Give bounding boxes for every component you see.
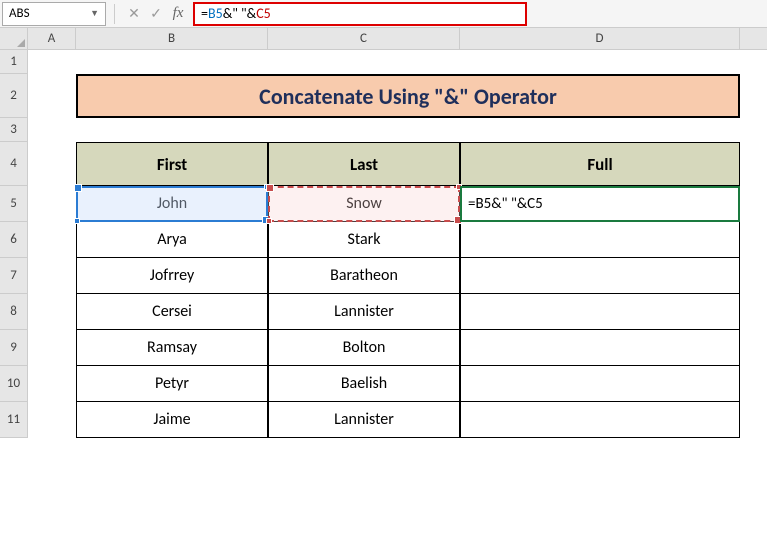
cell-D10[interactable] — [460, 366, 740, 402]
cell-B5[interactable]: John — [76, 186, 268, 222]
table-row: Petyr Baelish — [76, 366, 740, 402]
header-last[interactable]: Last — [268, 142, 460, 186]
header-full[interactable]: Full — [460, 142, 740, 186]
cell-C8[interactable]: Lannister — [268, 294, 460, 330]
active-cell-D5[interactable]: =B5&" "&C5 — [460, 186, 740, 222]
row-header-11[interactable]: 11 — [0, 402, 28, 438]
cell-B7[interactable]: Jofrrey — [76, 258, 268, 294]
formula-input[interactable]: =B5&" "&C5 — [193, 2, 527, 26]
col-header-D[interactable]: D — [460, 28, 740, 49]
row-header-5[interactable]: 5 — [0, 186, 28, 222]
table-row: Jaime Lannister — [76, 402, 740, 438]
cell-C10[interactable]: Baelish — [268, 366, 460, 402]
row-header-4[interactable]: 4 — [0, 142, 28, 186]
col-header-A[interactable]: A — [28, 28, 76, 49]
cell-B8[interactable]: Cersei — [76, 294, 268, 330]
cell-B10[interactable]: Petyr — [76, 366, 268, 402]
row-header-2[interactable]: 2 — [0, 74, 28, 118]
cell-C6[interactable]: Stark — [268, 222, 460, 258]
row-header-10[interactable]: 10 — [0, 366, 28, 402]
name-box[interactable]: ABS ▼ — [2, 2, 106, 26]
cell-C5[interactable]: Snow — [268, 186, 460, 222]
row-headers: 1 2 3 4 5 6 7 8 9 10 11 — [0, 50, 28, 438]
cells-area[interactable]: exceldemy EXCEL · DATA · BI Concatenate … — [28, 50, 767, 438]
formula-amp1: & — [223, 5, 233, 22]
column-headers: A B C D — [0, 28, 767, 50]
cell-C9[interactable]: Bolton — [268, 330, 460, 366]
name-box-value: ABS — [9, 6, 30, 21]
table-row: Arya Stark — [76, 222, 740, 258]
row-header-6[interactable]: 6 — [0, 222, 28, 258]
formula-str: " " — [232, 5, 246, 22]
name-box-dropdown-icon[interactable]: ▼ — [90, 8, 99, 19]
formula-eq: = — [201, 5, 208, 22]
formula-ref-c5: C5 — [256, 5, 271, 22]
row-header-3[interactable]: 3 — [0, 118, 28, 142]
row-header-7[interactable]: 7 — [0, 258, 28, 294]
row-header-1[interactable]: 1 — [0, 50, 28, 74]
select-all-button[interactable] — [0, 28, 28, 49]
formula-bar: ABS ▼ ✕ ✓ fx =B5&" "&C5 — [0, 0, 767, 28]
header-first[interactable]: First — [76, 142, 268, 186]
title-cell[interactable]: Concatenate Using "&" Operator — [76, 74, 740, 118]
cell-B11[interactable]: Jaime — [76, 402, 268, 438]
formula-amp2: & — [247, 5, 257, 22]
cell-C7[interactable]: Baratheon — [268, 258, 460, 294]
cancel-icon[interactable]: ✕ — [123, 3, 145, 25]
cell-C11[interactable]: Lannister — [268, 402, 460, 438]
cell-B6[interactable]: Arya — [76, 222, 268, 258]
table-row: Jofrrey Baratheon — [76, 258, 740, 294]
fx-icon[interactable]: fx — [167, 3, 189, 25]
cell-D9[interactable] — [460, 330, 740, 366]
cell-D7[interactable] — [460, 258, 740, 294]
cell-D8[interactable] — [460, 294, 740, 330]
col-header-B[interactable]: B — [76, 28, 268, 49]
divider — [114, 4, 115, 24]
row-header-8[interactable]: 8 — [0, 294, 28, 330]
table-row: Ramsay Bolton — [76, 330, 740, 366]
table-header-row: First Last Full — [76, 142, 740, 186]
grid-area: A B C D 1 2 3 4 5 6 7 8 9 10 11 exceldem… — [0, 28, 767, 438]
formula-ref-b5: B5 — [208, 5, 223, 22]
row-header-9[interactable]: 9 — [0, 330, 28, 366]
cell-D11[interactable] — [460, 402, 740, 438]
confirm-icon[interactable]: ✓ — [145, 3, 167, 25]
rows-container: 1 2 3 4 5 6 7 8 9 10 11 exceldemy EXCEL … — [0, 50, 767, 438]
cell-B9[interactable]: Ramsay — [76, 330, 268, 366]
col-header-C[interactable]: C — [268, 28, 460, 49]
cell-D6[interactable] — [460, 222, 740, 258]
table-row: Cersei Lannister — [76, 294, 740, 330]
